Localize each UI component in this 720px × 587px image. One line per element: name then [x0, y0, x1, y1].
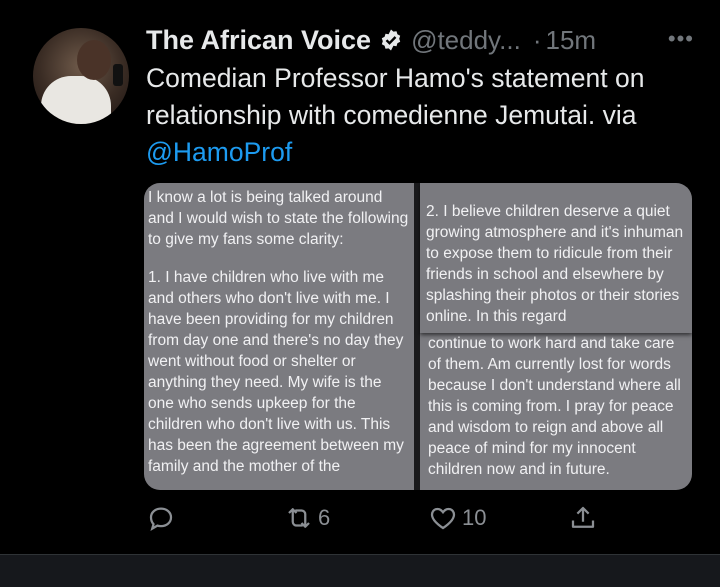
reply-button[interactable] — [146, 503, 180, 533]
retweet-count: 6 — [318, 505, 331, 530]
statement-cut-line: continue to work hard and take care — [428, 335, 675, 352]
avatar[interactable] — [33, 28, 129, 124]
next-tweet-divider — [0, 554, 720, 587]
timestamp[interactable]: 15m — [545, 25, 596, 56]
mention-link[interactable]: @HamoProf — [146, 137, 292, 167]
reply-icon — [149, 507, 173, 531]
display-name[interactable]: The African Voice — [146, 25, 371, 56]
retweet-button[interactable]: 6 — [284, 503, 330, 533]
like-button[interactable]: 10 — [428, 503, 486, 533]
like-count: 10 — [462, 505, 487, 530]
share-button[interactable] — [568, 503, 598, 533]
statement-point-2: 2. I believe children deserve a quiet gr… — [426, 203, 684, 325]
statement-point-1: 1. I have children who live with me and … — [148, 269, 404, 475]
tweet-media[interactable]: I know a lot is being talked around and … — [144, 183, 692, 490]
media-image-right-top[interactable]: 2. I believe children deserve a quiet gr… — [420, 183, 692, 333]
avatar-microphone — [113, 64, 123, 86]
tweet-text: Comedian Professor Hamo's statement on r… — [146, 60, 686, 171]
tweet-actions: 6 10 — [144, 503, 614, 541]
retweet-icon — [288, 508, 310, 528]
separator-dot: · — [532, 24, 542, 55]
media-image-left[interactable]: I know a lot is being talked around and … — [144, 183, 414, 490]
tweet-text-body: Comedian Professor Hamo's statement on r… — [146, 63, 645, 130]
tweet-header: The African Voice @teddy... · 15m ••• — [146, 20, 694, 60]
avatar-head — [77, 40, 111, 80]
media-image-right-bottom[interactable]: continue to work hard and take care of t… — [420, 333, 692, 490]
more-options-icon[interactable]: ••• — [668, 26, 694, 52]
avatar-shirt — [41, 76, 111, 124]
user-handle[interactable]: @teddy... — [411, 25, 521, 56]
verified-badge-icon — [381, 29, 401, 51]
statement-closing: of them. Am currently lost for words bec… — [428, 356, 681, 478]
statement-intro: I know a lot is being talked around and … — [148, 189, 409, 248]
heart-icon — [430, 507, 456, 530]
share-icon — [571, 506, 595, 528]
